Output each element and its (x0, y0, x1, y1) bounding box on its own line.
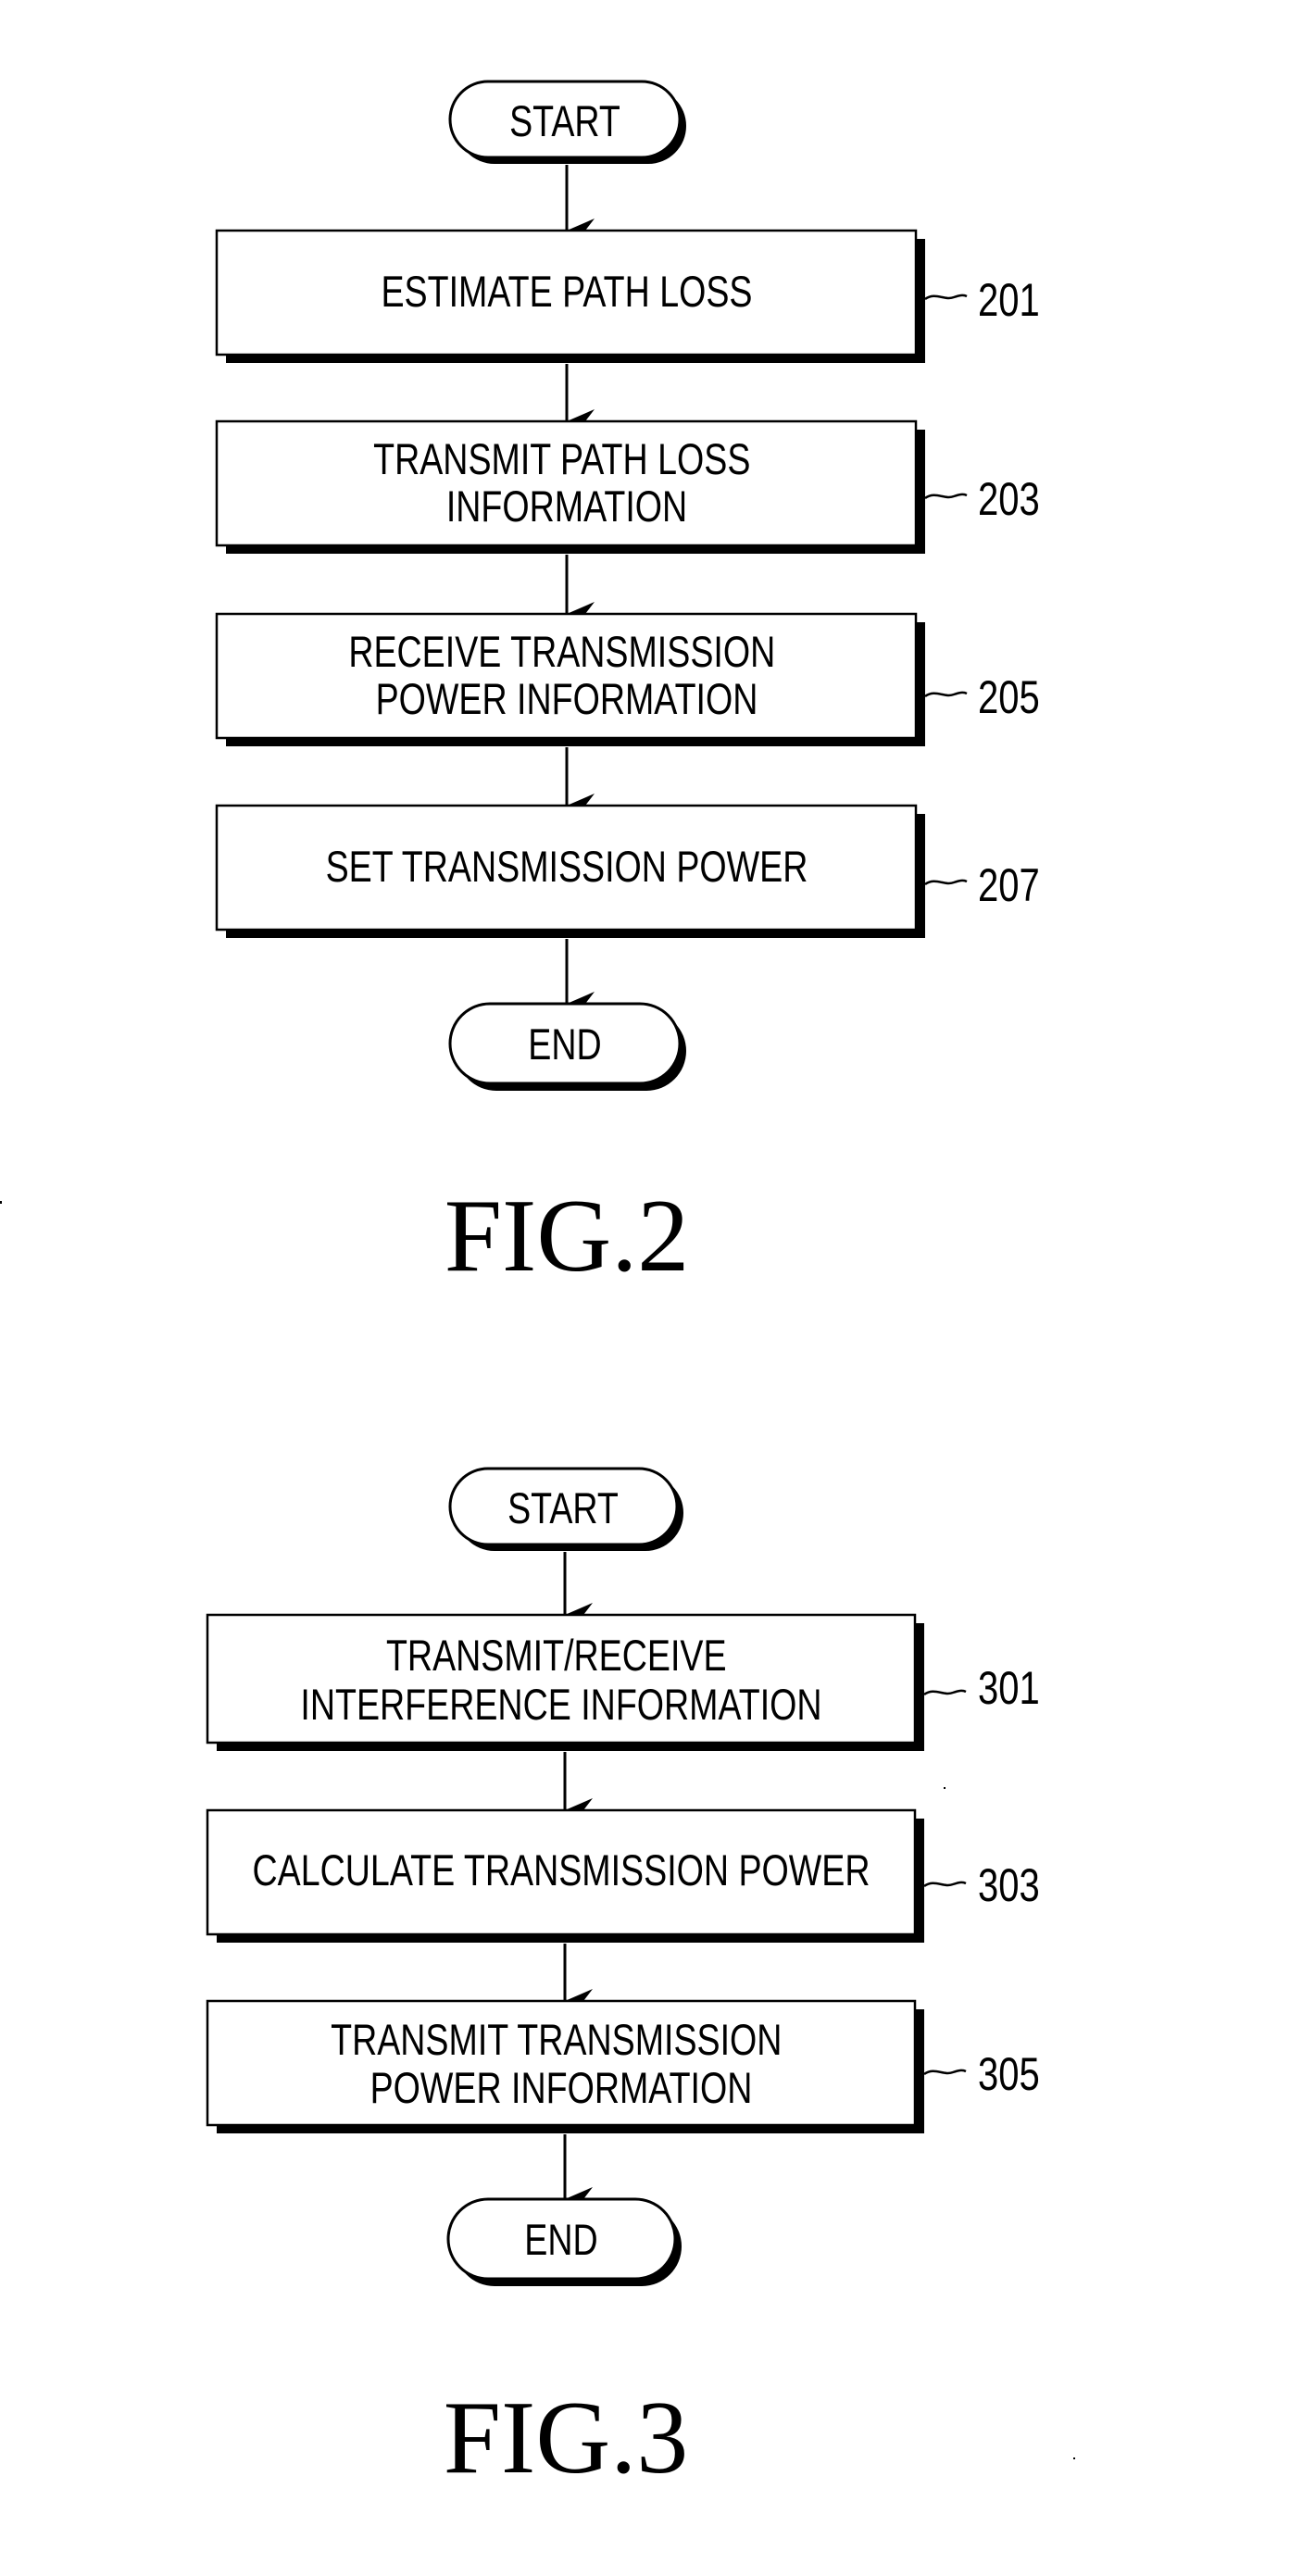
start-label: START (507, 1484, 619, 1533)
start-terminator: START (448, 80, 686, 164)
process-step-205: RECEIVE TRANSMISSION POWER INFORMATION 2… (215, 612, 1040, 746)
step-text-line: CALCULATE TRANSMISSION POWER (253, 1846, 870, 1895)
svg-text:RECEIVE TRANSMISSION P: RECEIVE TRANSMISSION POWER INFORMATION (348, 628, 784, 724)
figure-caption: FIG.3 (444, 2381, 688, 2495)
reference-numeral: 301 (978, 1662, 1040, 1714)
end-terminator: END (446, 2197, 682, 2286)
process-step-201: ESTIMATE PATH LOSS 201 (215, 229, 1040, 363)
svg-text:SET TRANSMISSION POWER: SET TRANSMISSION POWER (326, 843, 808, 892)
patent-drawing-sheet: START ESTIMATE PATH LOSS 201 TRANSMIT PA… (0, 80, 1075, 2495)
end-terminator: END (448, 1002, 686, 1091)
reference-numeral: 201 (978, 274, 1040, 326)
leader-line (924, 879, 968, 886)
leader-line (924, 691, 968, 698)
leader-line (924, 294, 968, 301)
leader-line (924, 493, 968, 500)
scan-speck (1073, 2457, 1075, 2459)
step-text-line: TRANSMIT TRANSMISSION (331, 2016, 782, 2065)
scan-speck (0, 1201, 2, 1204)
step-text-line: RECEIVE TRANSMISSION (348, 628, 775, 677)
process-step-203: TRANSMIT PATH LOSS INFORMATION 203 (215, 419, 1040, 554)
end-label: END (528, 1020, 601, 1069)
process-step-305: TRANSMIT TRANSMISSION POWER INFORMATION … (206, 1999, 1040, 2133)
reference-numeral: 305 (978, 2048, 1040, 2100)
figure-2: START ESTIMATE PATH LOSS 201 TRANSMIT PA… (215, 80, 1040, 1294)
figure-3: START TRANSMIT/RECEIVE INTERFERENCE INFO… (206, 1467, 1040, 2495)
leader-line (923, 1881, 967, 1888)
reference-numeral: 207 (978, 859, 1040, 911)
step-text-line: TRANSMIT/RECEIVE (386, 1632, 727, 1681)
process-step-303: CALCULATE TRANSMISSION POWER 303 (206, 1808, 1040, 1943)
reference-numeral: 203 (978, 473, 1040, 525)
step-text-line: INFORMATION (446, 482, 687, 531)
process-step-207: SET TRANSMISSION POWER 207 (215, 804, 1040, 938)
scan-speck (944, 1787, 946, 1789)
step-text-line: POWER INFORMATION (376, 675, 758, 724)
process-step-301: TRANSMIT/RECEIVE INTERFERENCE INFORMATIO… (206, 1613, 1040, 1751)
leader-line (923, 1689, 967, 1696)
step-text-line: INTERFERENCE INFORMATION (300, 1681, 821, 1730)
step-text-line: SET TRANSMISSION POWER (326, 843, 808, 892)
step-text-line: POWER INFORMATION (370, 2064, 753, 2113)
leader-line (923, 2069, 967, 2076)
reference-numeral: 303 (978, 1859, 1040, 1911)
end-label: END (524, 2216, 597, 2265)
start-label: START (509, 97, 620, 146)
svg-text:CALCULATE TRANSMISSION POWER: CALCULATE TRANSMISSION POWER (253, 1846, 870, 1895)
step-text-line: ESTIMATE PATH LOSS (381, 268, 752, 317)
figure-caption: FIG.2 (445, 1179, 689, 1294)
start-terminator: START (448, 1467, 683, 1551)
svg-text:TRANSMIT TRANSMISSION: TRANSMIT TRANSMISSION POWER INFORMATION (331, 2016, 792, 2113)
svg-text:ESTIMATE PATH LOSS: ESTIMATE PATH LOSS (381, 268, 752, 317)
step-text-line: TRANSMIT PATH LOSS (373, 435, 750, 484)
reference-numeral: 205 (978, 671, 1040, 723)
